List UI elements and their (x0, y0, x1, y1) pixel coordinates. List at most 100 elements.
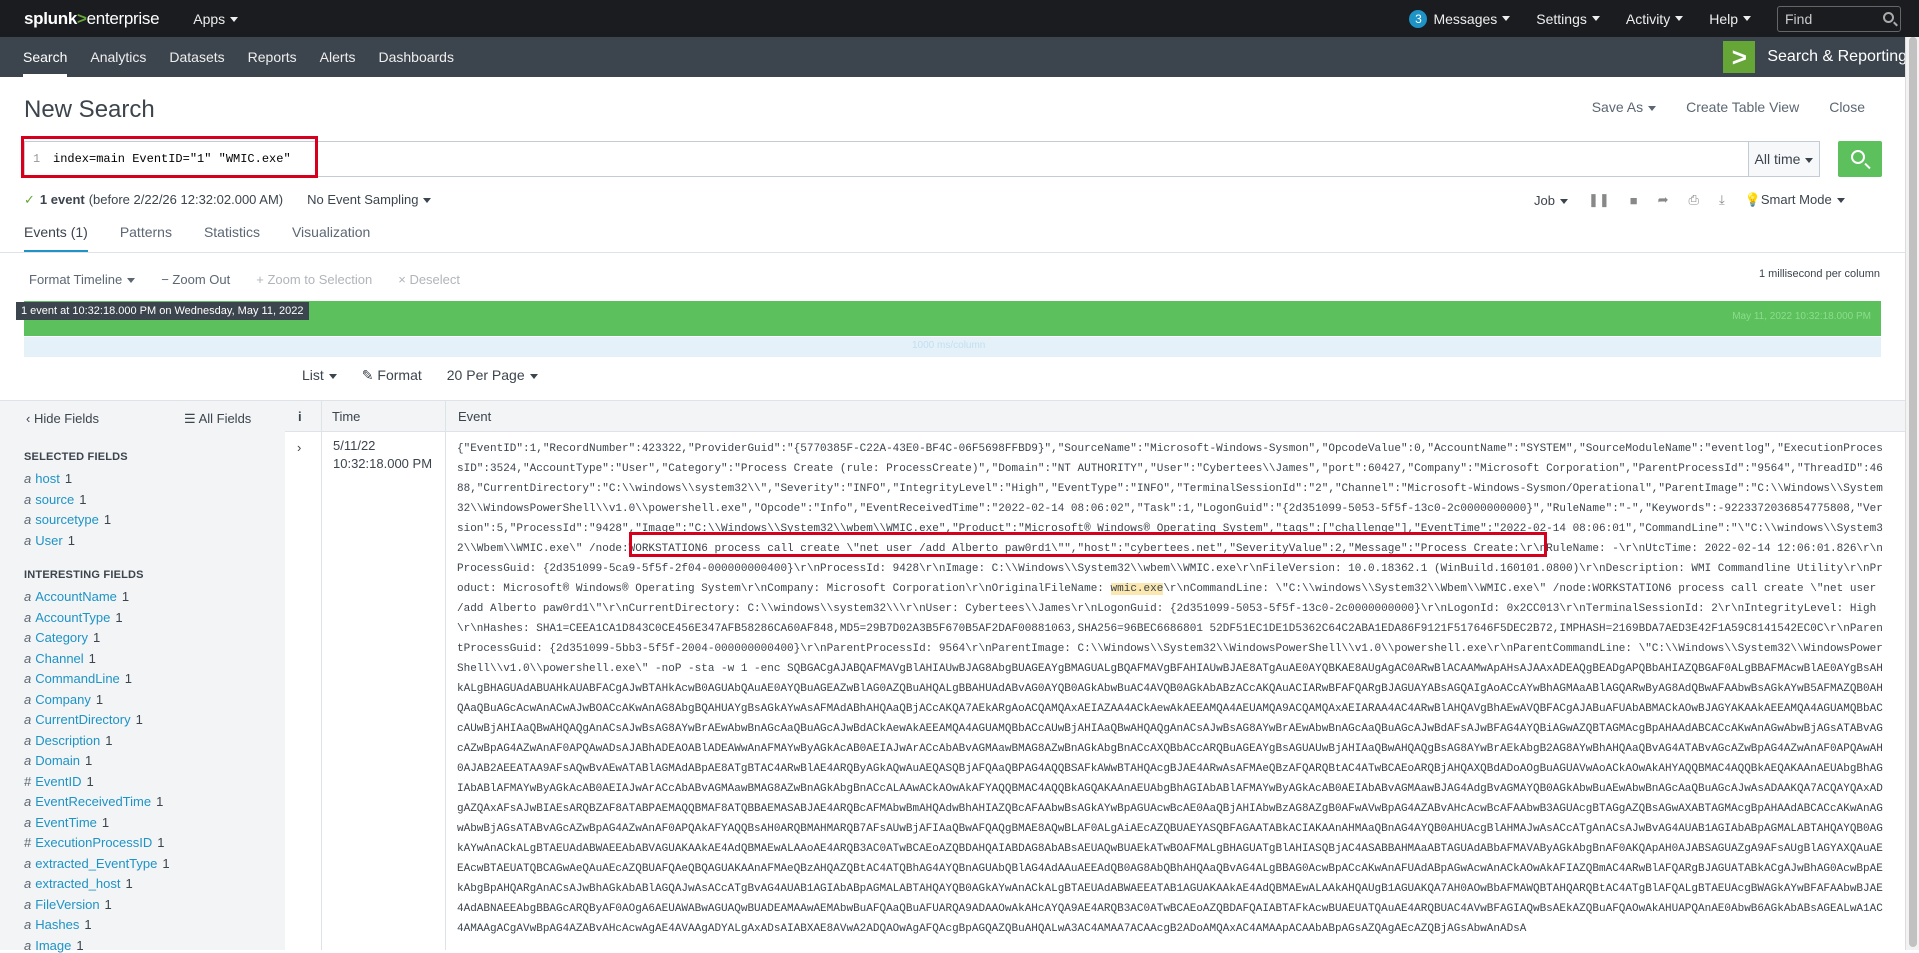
chevron-down-icon (1591, 16, 1600, 21)
field-type-icon: a (24, 512, 32, 527)
apps-menu[interactable]: Apps (193, 11, 239, 27)
nav-dashboards[interactable]: Dashboards (378, 37, 477, 77)
pause-icon[interactable]: ❚❚ (1588, 192, 1610, 208)
field-name: EventID (35, 773, 82, 789)
format-timeline-button[interactable]: Format Timeline (29, 272, 136, 287)
hide-fields-label: Hide Fields (33, 411, 99, 426)
sampling-dropdown[interactable]: No Event Sampling (307, 192, 432, 208)
field-item[interactable]: # ExecutionProcessID 1 (24, 835, 165, 850)
event-raw-text[interactable]: {"EventID":1,"RecordNumber":423322,"Prov… (457, 439, 1889, 950)
app-title[interactable]: > Search & Reporting (1723, 41, 1907, 73)
search-status: ✓ 1 event (before 2/22/26 12:32:02.000 A… (24, 192, 432, 208)
save-as-button[interactable]: Save As (1592, 99, 1657, 115)
field-name: EventTime (35, 814, 97, 830)
zoom-selection-label: Zoom to Selection (267, 272, 373, 287)
expand-row-icon[interactable]: › (297, 440, 301, 455)
search-button[interactable] (1838, 141, 1882, 177)
help-label: Help (1709, 10, 1738, 27)
event-time: 5/11/22 10:32:18.000 PM (333, 437, 432, 473)
field-type-icon: a (24, 937, 32, 953)
col-info: i (298, 409, 302, 424)
create-table-view-button[interactable]: Create Table View (1686, 99, 1799, 115)
field-name: Domain (35, 753, 81, 768)
tab-events[interactable]: Events (1) (24, 224, 88, 253)
interesting-fields-heading: INTERESTING FIELDS (24, 569, 144, 581)
col-divider (445, 432, 446, 950)
event-text-post: \r\nCommandLine: \"C:\\windows\\System32… (457, 583, 1883, 935)
time-range-picker[interactable]: All time (1748, 141, 1820, 177)
all-fields-label: All Fields (198, 411, 252, 426)
mode-menu[interactable]: 💡Smart Mode (1745, 192, 1845, 208)
export-icon[interactable]: ⤓ (1719, 192, 1725, 208)
field-type-icon: # (24, 773, 32, 789)
messages-menu[interactable]: 3 Messages (1409, 9, 1511, 28)
find-input[interactable]: Find (1777, 5, 1901, 32)
field-item[interactable]: a AccountName 1 (24, 589, 129, 604)
settings-menu[interactable]: Settings (1536, 11, 1600, 27)
tab-patterns[interactable]: Patterns (120, 224, 172, 253)
field-item[interactable]: a host 1 (24, 471, 72, 486)
splunk-logo[interactable]: splunk>enterprise (24, 8, 160, 29)
nav-analytics[interactable]: Analytics (90, 37, 169, 77)
nav-alerts[interactable]: Alerts (320, 37, 379, 77)
field-item[interactable]: a extracted_EventType 1 (24, 856, 170, 871)
per-page-dropdown[interactable]: 20 Per Page (447, 367, 538, 384)
field-item[interactable]: a Domain 1 (24, 753, 92, 768)
tab-statistics[interactable]: Statistics (204, 224, 260, 253)
zoom-to-selection-button[interactable]: + Zoom to Selection (256, 272, 372, 287)
field-item[interactable]: a CommandLine 1 (24, 671, 132, 686)
field-name: Hashes (35, 917, 80, 932)
field-item[interactable]: a EventTime 1 (24, 815, 109, 830)
job-menu[interactable]: Job (1534, 193, 1568, 208)
field-type-icon: a (24, 814, 32, 830)
event-count-detail: (before 2/22/26 12:32:02.000 AM) (88, 192, 284, 207)
field-item[interactable]: a Channel 1 (24, 651, 96, 666)
field-item[interactable]: a User 1 (24, 533, 75, 548)
field-item[interactable]: # EventID 1 (24, 774, 94, 789)
logo-splunk-text: splunk (24, 8, 77, 28)
activity-label: Activity (1625, 10, 1671, 27)
field-item[interactable]: a sourcetype 1 (24, 512, 111, 527)
field-name: User (35, 532, 63, 548)
page-scrollbar[interactable] (1905, 37, 1919, 950)
field-count: 1 (67, 532, 75, 548)
zoom-out-button[interactable]: − Zoom Out (161, 272, 230, 287)
stop-icon[interactable]: ■ (1630, 193, 1638, 208)
col-time[interactable]: Time (332, 409, 360, 424)
nav-reports[interactable]: Reports (248, 37, 320, 77)
field-item[interactable]: a AccountType 1 (24, 610, 123, 625)
close-button[interactable]: Close (1829, 99, 1865, 115)
nav-datasets[interactable]: Datasets (169, 37, 247, 77)
field-item[interactable]: a Company 1 (24, 692, 103, 707)
list-view-dropdown[interactable]: List (302, 367, 337, 384)
share-icon[interactable]: ➦ (1658, 192, 1669, 208)
field-item[interactable]: a extracted_host 1 (24, 876, 133, 891)
print-icon[interactable]: ⎙ (1689, 192, 1699, 208)
field-item[interactable]: a CurrentDirectory 1 (24, 712, 143, 727)
field-item[interactable]: a source 1 (24, 492, 87, 507)
field-type-icon: a (24, 589, 32, 604)
format-button[interactable]: ✎ Format (362, 367, 422, 384)
field-type-icon: a (24, 753, 32, 768)
help-menu[interactable]: Help (1709, 11, 1751, 27)
hide-fields-button[interactable]: ‹ Hide Fields (26, 411, 99, 426)
field-item[interactable]: a FileVersion 1 (24, 897, 112, 912)
nav-search[interactable]: Search (23, 37, 68, 77)
field-item[interactable]: a Description 1 (24, 733, 113, 748)
field-item[interactable]: a Image 1 (24, 938, 84, 953)
tab-visualization[interactable]: Visualization (292, 224, 370, 253)
field-name: AccountType (35, 609, 111, 625)
job-toolbar: Job ❚❚ ■ ➦ ⎙ ⤓ 💡Smart Mode (1534, 192, 1845, 208)
search-icon (1851, 150, 1865, 164)
deselect-button[interactable]: × Deselect (398, 272, 460, 287)
field-item[interactable]: a Category 1 (24, 630, 100, 645)
col-divider (445, 401, 446, 433)
activity-menu[interactable]: Activity (1625, 10, 1684, 27)
scrollbar-thumb[interactable] (1909, 37, 1917, 947)
field-item[interactable]: a EventReceivedTime 1 (24, 794, 163, 809)
field-name: Company (35, 691, 91, 707)
all-fields-button[interactable]: ☰ All Fields (184, 411, 251, 427)
event-timestamp: 10:32:18.000 PM (333, 456, 433, 471)
chevron-down-icon (1502, 16, 1511, 21)
field-item[interactable]: a Hashes 1 (24, 917, 92, 932)
